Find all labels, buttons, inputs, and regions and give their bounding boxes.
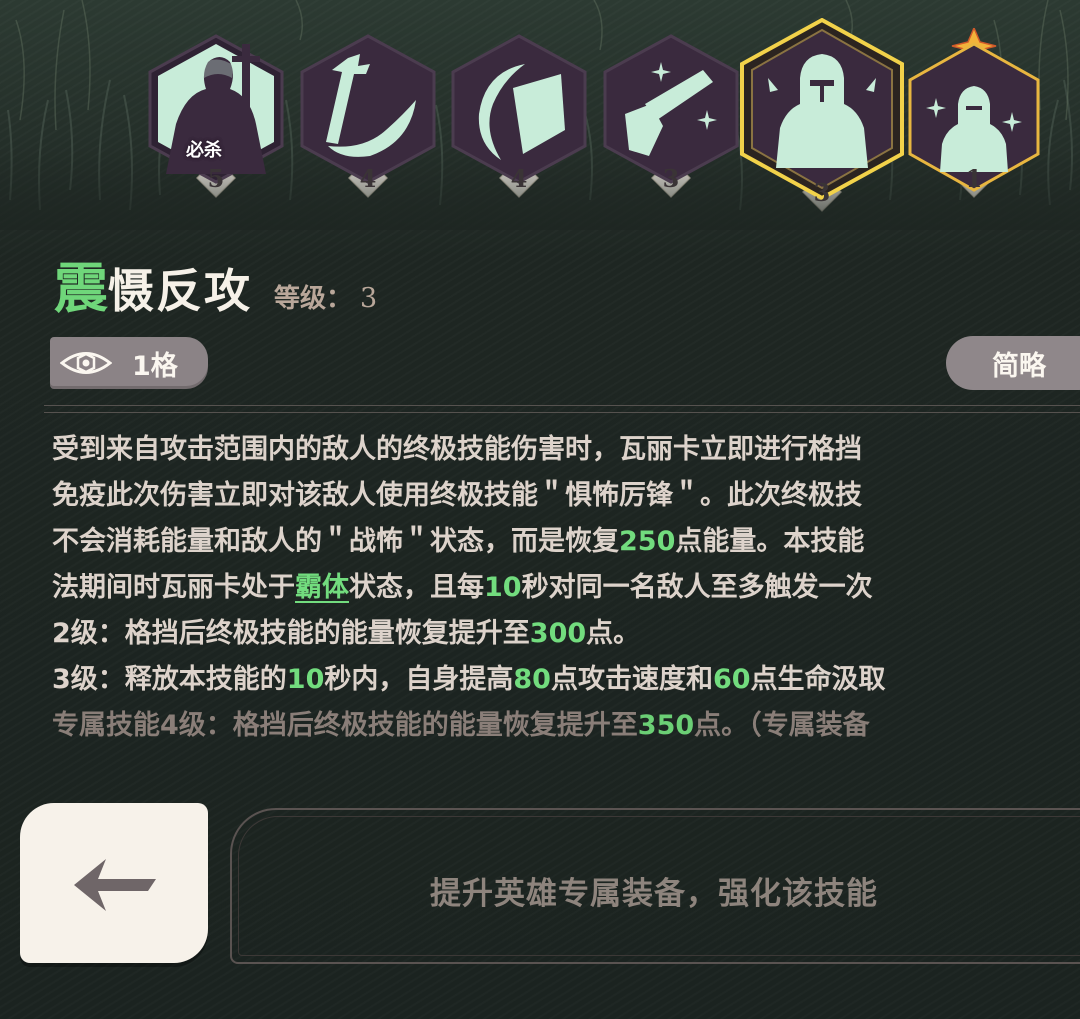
exclusive-level-4-line: 专属技能4级：格挡后终极技能的能量恢复提升至350点。（专属装备 [52,710,870,741]
skill-level-badge: 4 [350,160,386,196]
skill-slot-2[interactable]: 4 [298,34,438,199]
skill-slot-3[interactable]: 4 [449,34,589,199]
level-3-line: 3级：释放本技能的10秒内，自身提高80点攻击速度和60点生命汲取 [52,664,886,695]
back-button[interactable] [20,803,208,963]
skill-level-value: 3 [360,283,378,314]
skill-slot-ultimate[interactable]: 必杀 5 [146,34,286,199]
skill-level-badge: 1 [956,160,992,196]
skill-title-row: 震 慑反攻 等级： 3 [54,244,377,323]
skill-level-badge: 5 [198,160,234,196]
skill-slot-6-exclusive[interactable]: 1 [904,28,1044,198]
skill-title-rest: 慑反攻 [108,264,252,318]
keyword-link: 霸体 [295,572,349,603]
cooldown-value: 10 [484,572,522,603]
range-eye-icon [60,352,112,374]
brief-toggle-button[interactable]: 简略 [946,336,1080,390]
upgrade-hint-text: 提升英雄专属装备，强化该技能 [430,876,878,912]
description-line: 法期间时瓦丽卡处于霸体状态，且每10秒对同一名敌人至多触发一次 [52,572,873,603]
description-line: 受到来自攻击范围内的敌人的终极技能伤害时，瓦丽卡立即进行格挡 [52,434,862,465]
knight-helm-icon [768,54,876,168]
energy-value: 250 [619,526,676,557]
skill-selector-row: 必杀 5 4 4 3 3 1 [0,0,1080,230]
description-line: 免疫此次伤害立即对该敌人使用终极技能＂惧怖厉锋＂。此次终极技 [52,480,862,511]
section-divider [44,405,1080,413]
skill-slot-4[interactable]: 3 [601,34,741,199]
range-indicator: 1格 [50,337,208,389]
level-2-line: 2级：格挡后终极技能的能量恢复提升至300点。 [52,618,641,649]
skill-title-first-char: 震 [54,256,108,320]
skill-description: 受到来自攻击范围内的敌人的终极技能伤害时，瓦丽卡立即进行格挡 免疫此次伤害立即对… [52,427,1080,749]
skill-level-badge: 4 [501,160,537,196]
skill-level-badge: 3 [804,174,840,210]
upgrade-exclusive-gear-panel[interactable]: 提升英雄专属装备，强化该技能 [230,808,1080,964]
skill-level-badge: 3 [653,160,689,196]
skill-level-label: 等级： [274,284,353,314]
skill-slot-5-selected[interactable]: 3 [738,18,906,208]
back-arrow-icon [74,859,156,911]
description-line: 不会消耗能量和敌人的＂战怖＂状态，而是恢复250点能量。本技能 [52,526,865,557]
range-value: 1格 [132,350,178,382]
ultimate-tag: 必杀 [186,140,222,161]
